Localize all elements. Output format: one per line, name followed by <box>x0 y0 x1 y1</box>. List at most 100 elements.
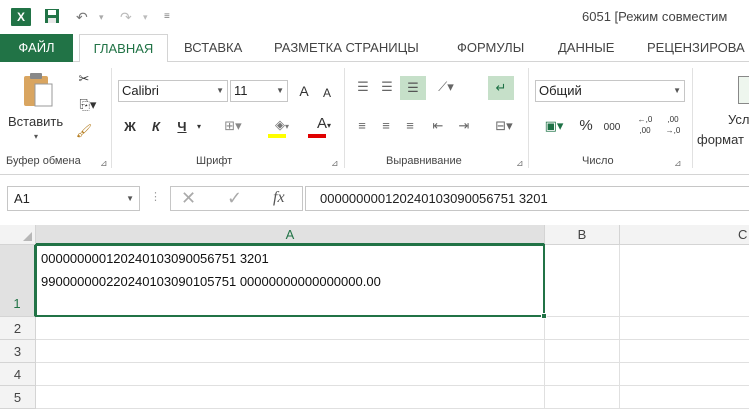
cell-b2[interactable] <box>545 317 620 340</box>
chevron-down-icon: ▼ <box>126 194 134 203</box>
decrease-decimal-button[interactable]: ,00 →,0 <box>662 114 684 136</box>
column-header-a[interactable]: A <box>36 225 545 245</box>
group-separator <box>344 68 345 168</box>
font-name-value: Calibri <box>122 83 159 98</box>
paste-button[interactable]: Вставить ▾ <box>6 68 68 141</box>
align-left-icon[interactable]: ≡ <box>352 117 372 135</box>
cell-c3[interactable] <box>620 340 749 363</box>
name-box[interactable]: A1 ▼ <box>7 186 140 211</box>
copy-icon[interactable]: ⎘▾ <box>74 96 102 114</box>
cell-b1[interactable] <box>545 245 620 317</box>
tab-page-layout[interactable]: РАЗМЕТКА СТРАНИЦЫ <box>274 34 419 62</box>
increase-indent-icon[interactable]: ⇥ <box>454 117 474 135</box>
decrease-indent-icon[interactable]: ⇤ <box>428 117 448 135</box>
row-header-5[interactable]: 5 <box>0 386 36 409</box>
excel-logo-icon: X <box>11 8 31 26</box>
tab-review[interactable]: РЕЦЕНЗИРОВА <box>647 34 745 62</box>
alignment-launcher-icon[interactable]: ⊿ <box>516 158 524 169</box>
name-box-value: A1 <box>14 191 30 206</box>
align-right-icon[interactable]: ≡ <box>400 117 420 135</box>
font-group-label: Шрифт <box>196 155 233 167</box>
font-size-combo[interactable]: 11 ▼ <box>230 80 288 102</box>
orientation-icon[interactable]: ⟋▾ <box>430 78 462 96</box>
align-top-icon[interactable]: ☰ <box>352 78 374 96</box>
cell-a1[interactable]: 000000000120240103090056751 3201 9900000… <box>35 244 547 319</box>
underline-dropdown-icon[interactable]: ▾ <box>194 118 204 136</box>
cell-a1-line-2: 990000000220240103090105751 000000000000… <box>41 274 381 289</box>
tab-file[interactable]: ФАЙЛ <box>0 34 73 62</box>
tab-home[interactable]: ГЛАВНАЯ <box>79 34 168 63</box>
number-group-label: Число <box>582 155 614 167</box>
insert-function-button[interactable]: fx <box>273 189 285 207</box>
cancel-icon[interactable]: ✕ <box>181 188 196 209</box>
tab-formulas[interactable]: ФОРМУЛЫ <box>457 34 524 62</box>
redo-icon[interactable]: ↷ <box>120 8 132 26</box>
align-bottom-icon[interactable]: ☰ <box>400 76 426 100</box>
ribbon: Вставить ▾ ✂ ⎘▾ 🖌 Буфер обмена ⊿ Calibri… <box>0 62 749 175</box>
percent-button[interactable]: % <box>578 117 594 135</box>
conditional-formatting-label-2[interactable]: формат <box>697 132 744 147</box>
row-header-3[interactable]: 3 <box>0 340 36 363</box>
tab-data[interactable]: ДАННЫЕ <box>558 34 614 62</box>
align-center-icon[interactable]: ≡ <box>376 117 396 135</box>
number-launcher-icon[interactable]: ⊿ <box>674 158 682 169</box>
select-all-button[interactable] <box>0 225 36 245</box>
column-header-b[interactable]: B <box>545 225 620 245</box>
clipboard-group-label: Буфер обмена <box>6 155 81 167</box>
cell-a2[interactable] <box>36 317 545 340</box>
customize-qat-icon[interactable]: ≡ <box>164 8 170 26</box>
enter-icon[interactable]: ✓ <box>227 188 242 209</box>
fill-color-icon[interactable]: ◈▾ <box>264 116 300 138</box>
number-format-combo[interactable]: Общий ▼ <box>535 80 685 102</box>
borders-icon[interactable]: ⊞▾ <box>218 117 248 135</box>
shrink-font-button[interactable]: A <box>320 84 334 102</box>
conditional-formatting-label[interactable]: Усл <box>728 112 749 127</box>
font-color-button[interactable]: A▾ <box>306 115 342 138</box>
grow-font-button[interactable]: A <box>296 82 312 100</box>
cell-a3[interactable] <box>36 340 545 363</box>
column-header-c[interactable]: C <box>620 225 749 245</box>
clipboard-icon <box>24 73 53 107</box>
cell-c1[interactable] <box>620 245 749 317</box>
font-launcher-icon[interactable]: ⊿ <box>331 158 339 169</box>
cell-c2[interactable] <box>620 317 749 340</box>
cut-icon[interactable]: ✂ <box>74 70 94 88</box>
group-separator <box>692 68 693 168</box>
cell-a4[interactable] <box>36 363 545 386</box>
row-header-4[interactable]: 4 <box>0 363 36 386</box>
alignment-group-label: Выравнивание <box>386 155 462 167</box>
cell-b4[interactable] <box>545 363 620 386</box>
row-header-1[interactable]: 1 <box>0 245 36 317</box>
clipboard-launcher-icon[interactable]: ⊿ <box>100 158 108 169</box>
redo-dropdown-icon[interactable]: ▾ <box>143 8 148 26</box>
fill-handle[interactable] <box>541 313 547 319</box>
undo-icon[interactable]: ↶ <box>76 8 88 26</box>
tab-insert[interactable]: ВСТАВКА <box>184 34 242 62</box>
cell-c4[interactable] <box>620 363 749 386</box>
underline-button[interactable]: Ч <box>174 118 190 136</box>
cell-b5[interactable] <box>545 386 620 409</box>
italic-button[interactable]: К <box>148 118 164 136</box>
align-middle-icon[interactable]: ☰ <box>376 78 398 96</box>
window-title: 6051 [Режим совместим <box>582 9 728 24</box>
thousands-separator-button[interactable]: 000 <box>600 119 624 137</box>
font-name-combo[interactable]: Calibri ▼ <box>118 80 228 102</box>
conditional-formatting-icon[interactable] <box>738 76 749 104</box>
wrap-text-icon[interactable]: ↵ <box>488 76 514 100</box>
font-color-label: A <box>316 115 327 132</box>
chevron-down-icon: ▼ <box>673 86 681 95</box>
formula-input[interactable]: 000000000120240103090056751 3201 <box>305 186 749 211</box>
group-separator <box>111 68 112 168</box>
currency-format-icon[interactable]: ▣▾ <box>536 117 572 135</box>
undo-dropdown-icon[interactable]: ▾ <box>99 8 104 26</box>
save-icon[interactable] <box>44 8 60 26</box>
cell-c5[interactable] <box>620 386 749 409</box>
merge-center-icon[interactable]: ⊟▾ <box>488 117 520 135</box>
cell-b3[interactable] <box>545 340 620 363</box>
row-header-2[interactable]: 2 <box>0 317 36 340</box>
cell-a5[interactable] <box>36 386 545 409</box>
increase-decimal-button[interactable]: ←,0 ,00 <box>634 114 656 136</box>
bold-button[interactable]: Ж <box>122 118 138 136</box>
formula-buttons: ✕ ✓ fx <box>170 186 303 211</box>
format-painter-icon[interactable]: 🖌 <box>74 122 94 140</box>
